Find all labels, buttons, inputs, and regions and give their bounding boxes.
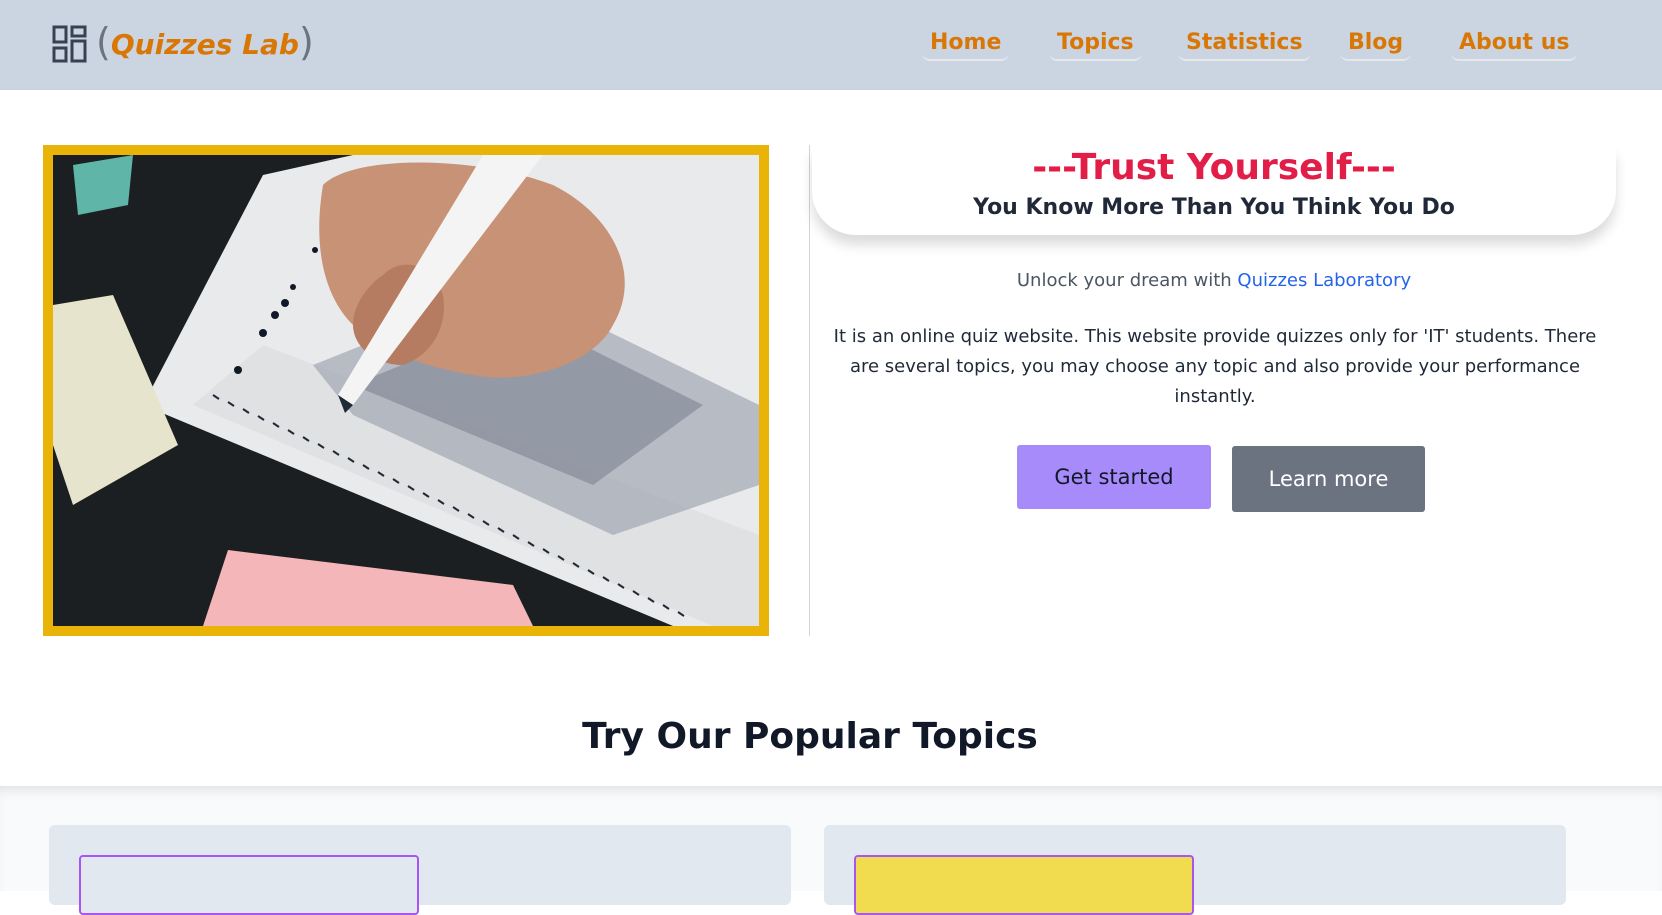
tagline-card: ---Trust Yourself--- You Know More Than … <box>812 147 1616 235</box>
nav-links: Home Topics Statistics Blog About us <box>0 30 1662 70</box>
unlock-text: Unlock your dream with Quizzes Laborator… <box>812 270 1616 291</box>
topic-card[interactable] <box>49 825 791 915</box>
learn-more-button[interactable]: Learn more <box>1232 446 1425 512</box>
nav-item-about-us[interactable]: About us <box>1451 30 1578 61</box>
hero-description: It is an online quiz website. This websi… <box>833 326 1597 407</box>
tagline-subtitle: You Know More Than You Think You Do <box>973 195 1455 220</box>
unlock-highlight-link[interactable]: Quizzes Laboratory <box>1237 270 1411 291</box>
popular-topics-title: Try Our Popular Topics <box>582 716 1038 757</box>
topic-card-image <box>854 855 1194 915</box>
hero-image <box>53 155 759 626</box>
nav-item-topics[interactable]: Topics <box>1049 30 1142 61</box>
nav-item-statistics[interactable]: Statistics <box>1178 30 1311 61</box>
nav-item-blog[interactable]: Blog <box>1340 30 1412 61</box>
hero-image-frame <box>43 145 769 636</box>
get-started-button[interactable]: Get started <box>1017 445 1211 509</box>
topic-card-image <box>79 855 419 915</box>
navbar: ( Quizzes Lab ) Home Topics Statistics B… <box>0 0 1662 90</box>
tagline-title: ---Trust Yourself--- <box>1032 147 1396 188</box>
answer-sheet-photo <box>53 155 759 626</box>
nav-item-home[interactable]: Home <box>922 30 1010 61</box>
topic-card[interactable] <box>824 825 1566 915</box>
unlock-prefix: Unlock your dream with <box>1016 270 1232 291</box>
vertical-divider <box>809 145 810 636</box>
